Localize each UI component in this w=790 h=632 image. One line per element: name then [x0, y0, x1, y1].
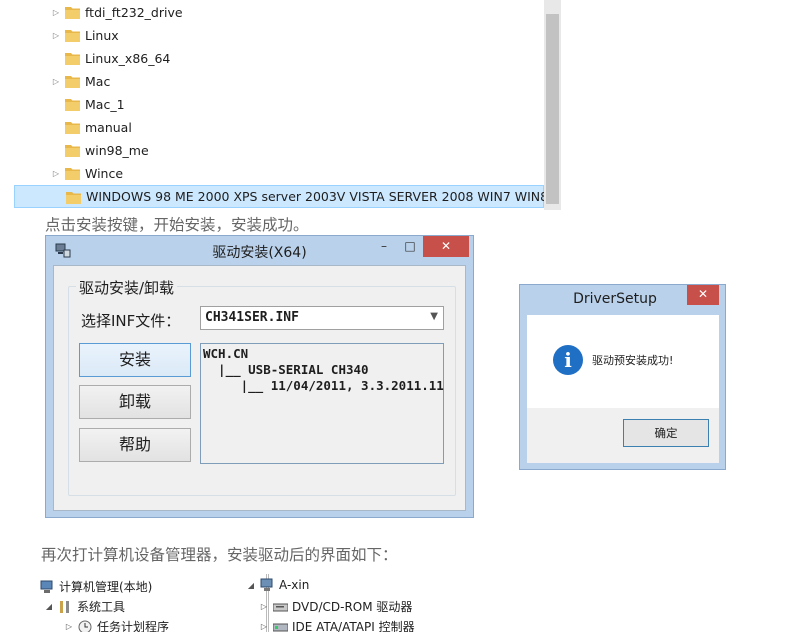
- vertical-scrollbar[interactable]: [544, 0, 561, 210]
- expand-arrow-icon[interactable]: ▷: [64, 622, 74, 631]
- driver-info-box: WCH.CN |__ USB-SERIAL CH340 |__ 11/04/20…: [200, 343, 444, 464]
- title-bar[interactable]: 驱动安装(X64) – □ ✕: [46, 236, 473, 264]
- tree-item-label: Mac: [85, 74, 111, 89]
- folder-icon: [65, 30, 80, 42]
- expand-arrow-icon[interactable]: ▷: [52, 8, 60, 17]
- maximize-button[interactable]: □: [397, 236, 423, 257]
- tree-item[interactable]: Linux_x86_64: [14, 47, 544, 70]
- tree-item[interactable]: ▷ ftdi_ft232_drive: [14, 1, 544, 24]
- clock-icon: [78, 620, 92, 632]
- message-footer: 确定: [527, 408, 719, 463]
- message-body: i 驱动预安装成功!: [527, 315, 719, 408]
- tree-item[interactable]: ▷ 任务计划程序: [64, 618, 169, 632]
- inf-file-select[interactable]: CH341SER.INF ▼: [200, 306, 444, 330]
- tree-item-label: 系统工具: [77, 600, 126, 614]
- chevron-down-icon[interactable]: ▼: [430, 311, 438, 322]
- driver-setup-message-box: DriverSetup ✕ i 驱动预安装成功! 确定: [519, 284, 726, 470]
- help-button[interactable]: 帮助: [79, 428, 191, 462]
- tree-item-label: WINDOWS 98 ME 2000 XPS server 2003V VIST…: [86, 189, 549, 204]
- system-tools-icon: [60, 600, 69, 613]
- folder-tree: ▷ ftdi_ft232_drive ▷ Linux Linux_x86_64 …: [14, 0, 561, 210]
- tree-item[interactable]: ▷ Linux: [14, 24, 544, 47]
- folder-icon: [65, 7, 80, 19]
- tree-item-label: Linux_x86_64: [85, 51, 171, 66]
- dialog-body: 驱动安装/卸载 选择INF文件： CH341SER.INF ▼ 安装 卸载 帮助…: [53, 265, 466, 511]
- tree-item[interactable]: ▷ Mac: [14, 70, 544, 93]
- folder-icon: [65, 145, 80, 157]
- tree-item[interactable]: ▷ Wince: [14, 162, 544, 185]
- info-icon: i: [553, 345, 583, 375]
- tree-item-selected[interactable]: WINDOWS 98 ME 2000 XPS server 2003V VIST…: [14, 185, 548, 208]
- folder-icon: [66, 192, 81, 204]
- inf-file-value: CH341SER.INF: [205, 310, 299, 325]
- message-box-title: DriverSetup: [573, 291, 657, 307]
- scrollbar-thumb[interactable]: [546, 14, 559, 204]
- tree-item-label: win98_me: [85, 143, 149, 158]
- expand-arrow-icon[interactable]: ▷: [52, 31, 60, 40]
- tree-item-label: A-xin: [279, 578, 310, 592]
- uninstall-button[interactable]: 卸载: [79, 385, 191, 419]
- step-caption: 再次打计算机设备管理器，安装驱动后的界面如下：: [41, 546, 398, 564]
- tree-item[interactable]: ▷ IDE ATA/ATAPI 控制器: [259, 618, 415, 632]
- tree-item-label: IDE ATA/ATAPI 控制器: [292, 620, 415, 632]
- expand-arrow-icon[interactable]: ▷: [52, 77, 60, 86]
- group-label: 驱动安装/卸载: [76, 277, 178, 298]
- expand-arrow-icon[interactable]: ▷: [52, 169, 60, 178]
- tree-item-label: manual: [85, 120, 132, 135]
- install-button[interactable]: 安装: [79, 343, 191, 377]
- tree-item-label: DVD/CD-ROM 驱动器: [292, 600, 413, 614]
- tree-item[interactable]: ◢ 系统工具: [44, 598, 125, 615]
- tree-item-label: Mac_1: [85, 97, 125, 112]
- minimize-button[interactable]: –: [371, 236, 397, 257]
- device-manager-tree: 计算机管理(本地) ◢ 系统工具 ▷ 任务计划程序 ◢ A-xin ▷ DVD/…: [40, 574, 460, 632]
- folder-icon: [65, 168, 80, 180]
- close-button[interactable]: ✕: [423, 236, 469, 257]
- computer-management-icon: [40, 580, 53, 593]
- tree-item[interactable]: manual: [14, 116, 544, 139]
- collapse-arrow-icon[interactable]: ◢: [44, 602, 54, 611]
- tree-item-label: 任务计划程序: [97, 620, 170, 632]
- message-text: 驱动预安装成功!: [592, 354, 674, 367]
- folder-icon: [65, 122, 80, 134]
- computer-icon: [260, 578, 273, 591]
- tree-item[interactable]: win98_me: [14, 139, 544, 162]
- tree-item-label: ftdi_ft232_drive: [85, 5, 183, 20]
- folder-icon: [65, 99, 80, 111]
- expand-arrow-icon[interactable]: ▷: [259, 622, 269, 631]
- folder-icon: [65, 76, 80, 88]
- tree-item-label: Wince: [85, 166, 124, 181]
- inf-file-label: 选择INF文件：: [81, 312, 181, 330]
- tree-item[interactable]: Mac_1: [14, 93, 544, 116]
- step-caption: 点击安装按键，开始安装，安装成功。: [45, 216, 309, 234]
- info-line: |__ 11/04/2011, 3.3.2011.11: [203, 378, 444, 393]
- tree-item[interactable]: ▷ DVD/CD-ROM 驱动器: [259, 598, 413, 615]
- folder-icon: [65, 53, 80, 65]
- info-line: WCH.CN: [203, 346, 249, 361]
- ide-controller-icon: [273, 623, 288, 631]
- tree-item-label: 计算机管理(本地): [59, 580, 153, 594]
- expand-arrow-icon[interactable]: ▷: [259, 602, 269, 611]
- close-button[interactable]: ✕: [687, 285, 719, 305]
- tree-item-label: Linux: [85, 28, 119, 43]
- driver-install-dialog: 驱动安装(X64) – □ ✕ 驱动安装/卸载 选择INF文件： CH341SE…: [45, 235, 474, 518]
- dvd-drive-icon: [273, 603, 288, 611]
- info-line: |__ USB-SERIAL CH340: [203, 362, 369, 377]
- collapse-arrow-icon[interactable]: ◢: [246, 581, 256, 590]
- tree-item[interactable]: ◢ A-xin: [246, 578, 309, 592]
- ok-button[interactable]: 确定: [623, 419, 709, 447]
- tree-item[interactable]: 计算机管理(本地): [40, 578, 152, 595]
